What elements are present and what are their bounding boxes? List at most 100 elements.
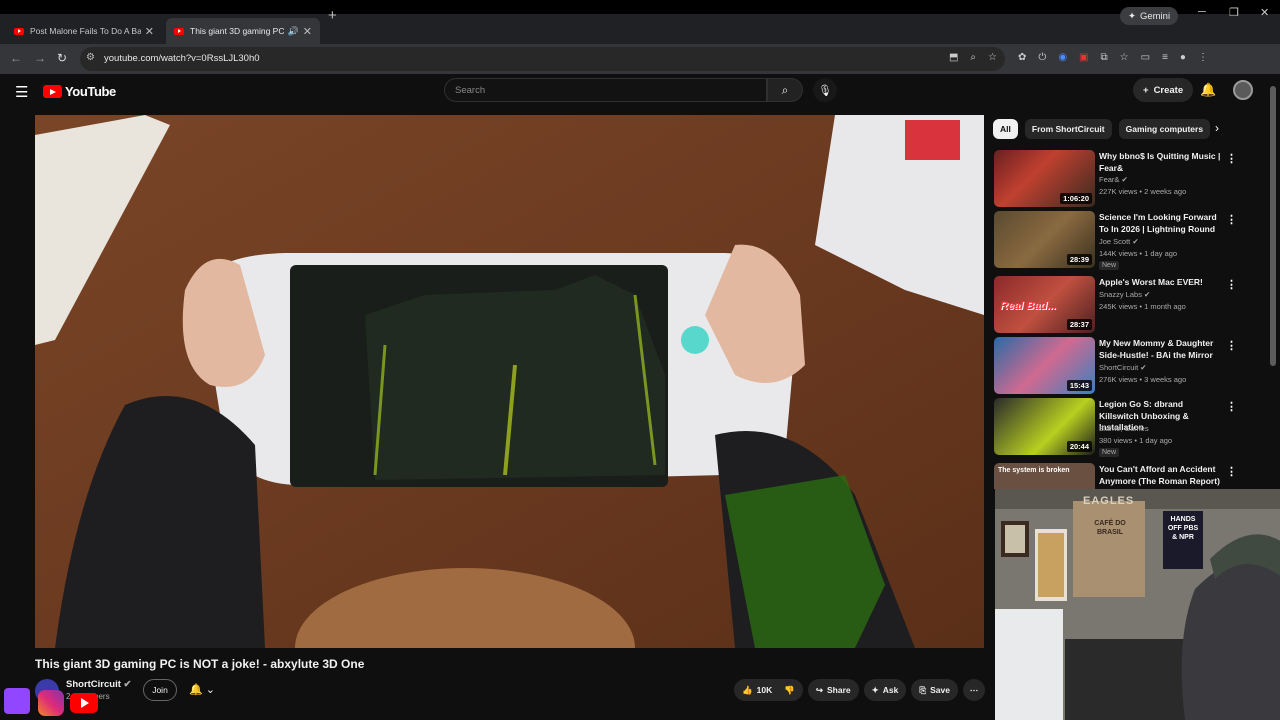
browser-tab-active[interactable]: This giant 3D gaming PC is 🔊 ✕	[166, 18, 320, 44]
webcam-scene	[995, 489, 1280, 720]
menu-icon[interactable]: ⋮	[1198, 52, 1208, 63]
recommendation-title[interactable]: Why bbno$ Is Quitting Music | Fear&	[1099, 151, 1224, 174]
subscription-bell-icon[interactable]: 🔔 ⌄	[189, 683, 215, 696]
browser-tab[interactable]: Post Malone Fails To Do A Back ✕	[6, 18, 162, 44]
more-actions-button[interactable]: ⋯	[963, 679, 985, 701]
channel-name[interactable]: ShortCircuit ✔	[66, 679, 132, 690]
tab-title: Post Malone Fails To Do A Back	[30, 26, 141, 36]
create-button[interactable]: + Create	[1133, 78, 1194, 102]
search-button[interactable]: ⌕	[767, 78, 803, 102]
voice-search-button[interactable]: 🎙	[813, 78, 837, 102]
thumbs-down-icon[interactable]: 👎	[784, 685, 795, 696]
more-icon: ⋯	[969, 684, 979, 695]
verified-icon: ✔	[1121, 175, 1128, 184]
microphone-icon: 🎙	[818, 84, 832, 97]
join-button[interactable]: Join	[143, 679, 177, 701]
maximize-icon[interactable]: ❐	[1229, 6, 1239, 19]
video-thumbnail[interactable]: 15:43	[994, 337, 1095, 394]
extensions-bar: ✿ ⏻ ◉ ▣ ⧉ ☆ ▭ ≡ ● ⋮	[1018, 52, 1208, 63]
plus-icon: +	[1143, 84, 1149, 96]
like-count: 10K	[756, 685, 773, 695]
recommendation-channel[interactable]: Joe Scott ✔	[1099, 237, 1139, 246]
extension-icon[interactable]: ✿	[1018, 52, 1026, 63]
youtube-logo[interactable]: YouTube	[43, 84, 116, 99]
video-thumbnail[interactable]: 28:39	[994, 211, 1095, 268]
recommendation-channel[interactable]: Blame, Games	[1099, 424, 1149, 433]
recommendation-title[interactable]: My New Mommy & Daughter Side-Hustle! - B…	[1099, 338, 1224, 361]
verified-icon: ✔	[1132, 237, 1139, 246]
more-vert-icon[interactable]: ⋮	[1226, 465, 1237, 478]
save-icon: ⎘	[919, 684, 927, 695]
page-scrollbar[interactable]	[1270, 86, 1276, 366]
extension-badge-icon[interactable]: ▣	[1079, 52, 1088, 63]
more-vert-icon[interactable]: ⋮	[1226, 339, 1237, 352]
more-vert-icon[interactable]: ⋮	[1226, 152, 1237, 165]
recommendation-channel[interactable]: Fear& ✔	[1099, 175, 1128, 184]
install-icon[interactable]: ⬒	[949, 52, 958, 63]
video-frame	[35, 115, 984, 648]
forward-icon[interactable]: →	[34, 51, 46, 65]
extension-icon[interactable]: ◉	[1058, 52, 1067, 63]
recommendation-item[interactable]: 20:44 Legion Go S: dbrand Killswitch Unb…	[994, 398, 1244, 457]
verified-icon: ✔	[1144, 290, 1151, 299]
youtube-logo-icon	[43, 85, 62, 98]
more-vert-icon[interactable]: ⋮	[1226, 213, 1237, 226]
logo-text: YouTube	[65, 84, 116, 99]
power-icon[interactable]: ⏻	[1038, 52, 1046, 63]
bookmarks-icon[interactable]: ☆	[1120, 52, 1129, 63]
site-info-icon[interactable]: ⚙	[86, 52, 95, 63]
close-tab-icon[interactable]: ✕	[303, 25, 312, 38]
bookmark-star-icon[interactable]: ☆	[988, 52, 997, 63]
more-vert-icon[interactable]: ⋮	[1226, 400, 1237, 413]
recommendation-item[interactable]: Real Bad... 28:37 Apple's Worst Mac EVER…	[994, 276, 1244, 334]
share-icon: ↪	[815, 684, 823, 695]
video-player[interactable]	[35, 115, 984, 648]
ask-button[interactable]: ✦ Ask	[863, 679, 907, 701]
video-thumbnail[interactable]: 1:06:20	[994, 150, 1095, 207]
video-thumbnail[interactable]: 20:44	[994, 398, 1095, 455]
account-avatar[interactable]	[1233, 80, 1253, 100]
video-duration: 20:44	[1066, 441, 1092, 452]
search-input[interactable]: Search	[444, 78, 767, 102]
recommendation-title[interactable]: Apple's Worst Mac EVER!	[1099, 277, 1224, 289]
save-button[interactable]: ⎘ Save	[911, 679, 958, 701]
recommendation-title[interactable]: Science I'm Looking Forward To In 2026 |…	[1099, 212, 1224, 235]
recommendation-item[interactable]: The system is broken You Can't Afford an…	[994, 463, 1244, 489]
address-bar[interactable]: ⚙ youtube.com/watch?v=0RssLJL30h0 ⬒ ⌕ ☆	[80, 47, 1005, 71]
video-actions: 👍 10K 👎 ↪ Share ✦ Ask ⎘ Save ⋯	[734, 679, 985, 701]
new-tab-button[interactable]: +	[328, 7, 337, 24]
share-button[interactable]: ↪ Share	[807, 679, 859, 701]
recommendation-item[interactable]: 15:43 My New Mommy & Daughter Side-Hustl…	[994, 337, 1244, 395]
profile-icon[interactable]: ●	[1180, 52, 1186, 63]
speaker-icon[interactable]: 🔊	[288, 26, 299, 37]
recommendation-item[interactable]: 1:06:20 Why bbno$ Is Quitting Music | Fe…	[994, 150, 1244, 208]
like-button[interactable]: 👍 10K 👎	[734, 679, 803, 701]
recommendation-title[interactable]: You Can't Afford an Accident Anymore (Th…	[1099, 464, 1224, 487]
video-thumbnail[interactable]: The system is broken	[994, 463, 1095, 489]
notifications-bell-icon[interactable]: 🔔	[1200, 82, 1216, 98]
video-thumbnail[interactable]: Real Bad... 28:37	[994, 276, 1095, 333]
close-window-icon[interactable]: ✕	[1260, 6, 1269, 19]
new-badge: New	[1099, 261, 1120, 270]
minimize-icon[interactable]: ─	[1198, 6, 1206, 18]
recommendation-item[interactable]: 28:39 Science I'm Looking Forward To In …	[994, 211, 1244, 270]
hamburger-menu-icon[interactable]: ☰	[15, 83, 28, 101]
zoom-icon[interactable]: ⌕	[970, 52, 976, 63]
puzzle-icon[interactable]: ⧉	[1101, 52, 1108, 63]
media-icon[interactable]: ≡	[1162, 52, 1168, 63]
gemini-button[interactable]: ✦ Gemini	[1120, 7, 1179, 25]
reload-icon[interactable]: ↻	[57, 51, 67, 65]
chip-all[interactable]: All	[993, 119, 1018, 139]
chevron-right-icon[interactable]: ›	[1215, 121, 1219, 135]
chip-gaming-computers[interactable]: Gaming computers	[1118, 119, 1211, 139]
recommendation-meta: 227K views • 2 weeks ago	[1099, 187, 1187, 196]
ask-label: Ask	[882, 685, 899, 695]
chip-from-shortcircuit[interactable]: From ShortCircuit	[1024, 119, 1112, 139]
recommendation-channel[interactable]: ShortCircuit ✔	[1099, 363, 1147, 372]
share-label: Share	[826, 685, 851, 695]
recommendation-channel[interactable]: Snazzy Labs ✔	[1099, 290, 1150, 299]
more-vert-icon[interactable]: ⋮	[1226, 278, 1237, 291]
back-icon[interactable]: ←	[10, 51, 22, 65]
close-tab-icon[interactable]: ✕	[145, 25, 154, 38]
reading-list-icon[interactable]: ▭	[1141, 52, 1150, 63]
